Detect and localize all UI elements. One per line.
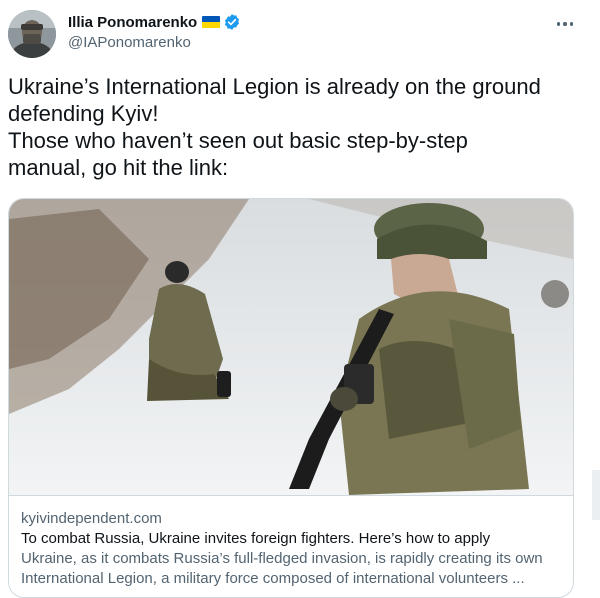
tweet: Illia Ponomarenko @IAPonomarenko Ukraine… [0,0,600,598]
card-image [9,199,573,495]
display-name[interactable]: Illia Ponomarenko [68,14,197,31]
card-domain: kyivindependent.com [21,510,162,527]
card-body: kyivindependent.com To combat Russia, Uk… [21,509,561,589]
more-dot [563,22,567,26]
more-options-button[interactable] [554,14,576,34]
scrollbar[interactable] [592,470,600,520]
avatar[interactable] [8,10,56,58]
card-title: To combat Russia, Ukraine invites foreig… [21,530,491,547]
more-dot [569,22,574,26]
user-info: Illia Ponomarenko @IAPonomarenko [68,12,241,51]
tweet-text-line: Ukraine’s International Legion is alread… [8,74,541,99]
ukraine-flag-icon [202,16,221,28]
card-divider [9,495,573,496]
more-horizontal-icon [556,22,561,26]
link-card[interactable]: kyivindependent.com To combat Russia, Uk… [8,198,574,598]
tweet-text-line: manual, go hit the link: [8,155,229,180]
card-description-line: International Legion, a military force c… [21,570,525,587]
tweet-text-line: Those who haven’t seen out basic step-by… [8,128,468,153]
user-handle[interactable]: @IAPonomarenko [68,34,241,51]
tweet-text-line: defending Kyiv! [8,101,159,126]
verified-badge-icon [223,13,241,31]
card-description-line: Ukraine, as it combats Russia’s full-fle… [21,550,543,567]
tweet-text: Ukraine’s International Legion is alread… [8,73,588,181]
